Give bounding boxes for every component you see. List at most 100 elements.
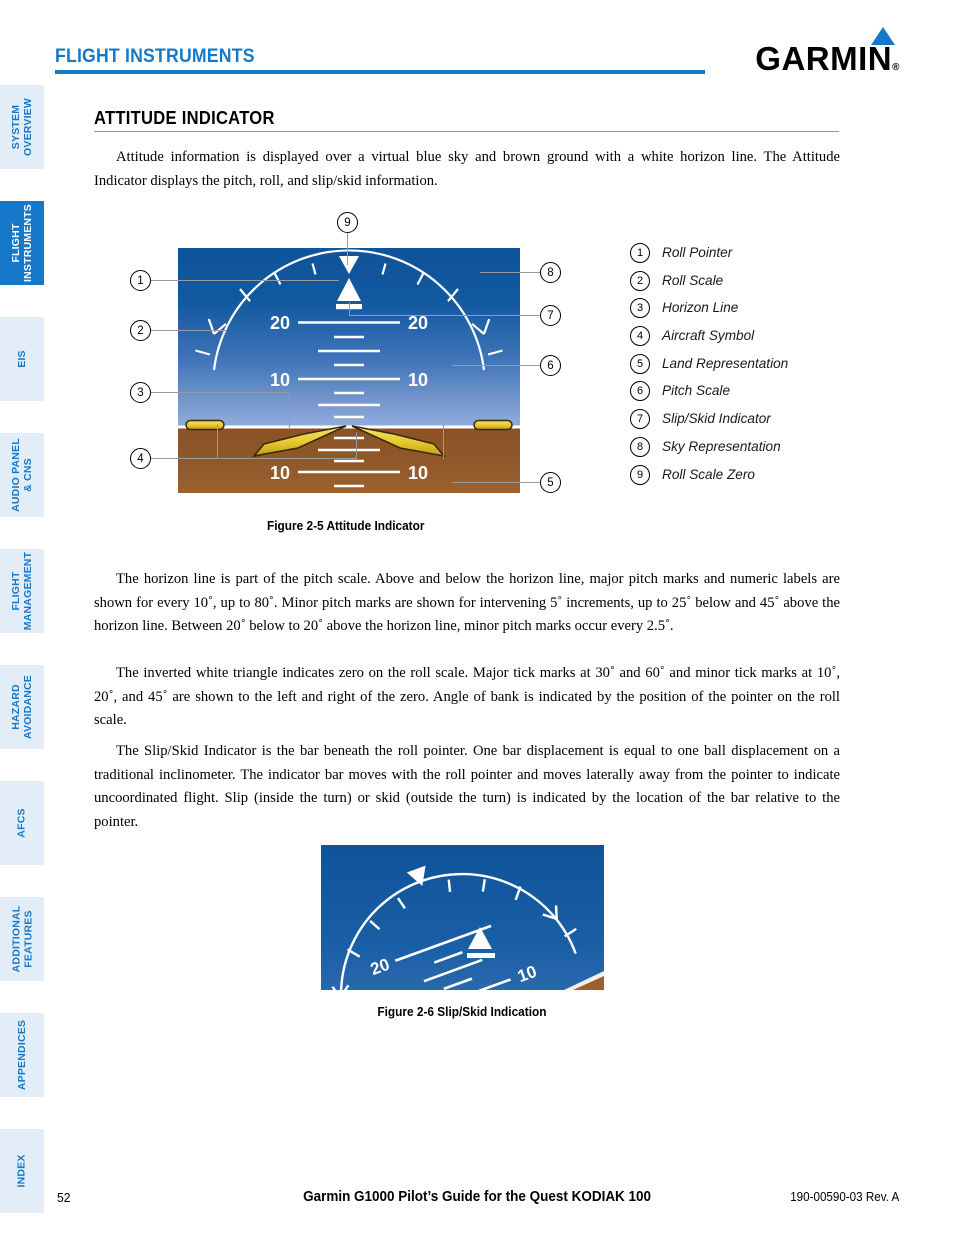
sidebar-item-label: EIS (16, 350, 28, 368)
leader-line-4a (151, 458, 357, 460)
sidebar-item-appendices[interactable]: APPENDICES (0, 1013, 44, 1097)
figure-2-5-attitude-indicator: 20 20 10 10 10 10 (178, 248, 520, 493)
callout-4: 4 (130, 448, 151, 469)
garmin-logo: GARMIN® (755, 42, 900, 85)
legend-number: 9 (630, 464, 650, 485)
sidebar-item-label: HAZARD (10, 684, 22, 730)
legend-label: Horizon Line (662, 300, 739, 316)
legend-item: 9 Roll Scale Zero (630, 464, 910, 492)
sidebar-item-flight-management[interactable]: FLIGHT MANAGEMENT (0, 549, 44, 633)
section-heading: ATTITUDE INDICATOR (94, 108, 275, 128)
figure-2-6-slip-skid: 20 10 10 (321, 845, 604, 990)
callout-6: 6 (540, 355, 561, 376)
paragraph-intro: Attitude information is displayed over a… (94, 149, 840, 189)
legend-number: 1 (630, 243, 650, 263)
callout-3: 3 (130, 382, 151, 403)
legend-item: 8 Sky Representation (630, 436, 910, 464)
legend-number: 2 (630, 270, 650, 291)
legend-number: 4 (630, 326, 650, 347)
sidebar-item-eis[interactable]: EIS (0, 317, 44, 401)
section-divider (94, 131, 839, 132)
sidebar-item-hazard-avoidance[interactable]: HAZARD AVOIDANCE (0, 665, 44, 749)
callout-5: 5 (540, 472, 561, 493)
leader-line-3a (151, 392, 290, 394)
page-header-title: FLIGHT INSTRUMENTS (55, 46, 255, 67)
legend-label: Roll Pointer (662, 245, 733, 260)
slip-skid-graphic: 20 10 10 (321, 845, 604, 990)
callout-2: 2 (130, 320, 151, 341)
leader-line-4c (356, 432, 358, 459)
header-divider (55, 70, 705, 74)
sidebar-item-label: AFCS (15, 808, 28, 838)
sidebar-item-label: INDEX (16, 1154, 28, 1188)
sidebar-item-label: & CNS (22, 458, 35, 492)
sidebar-item-label: MANAGEMENT (22, 551, 35, 631)
sidebar-item-label: INSTRUMENTS (22, 203, 35, 283)
footer-title-text: Garmin G1000 Pilot’s Guide for the Quest… (303, 1189, 651, 1205)
legend-item: 1 Roll Pointer (630, 242, 910, 270)
legend-item: 4 Aircraft Symbol (630, 325, 910, 353)
leader-line-1 (151, 280, 339, 282)
callout-1: 1 (130, 270, 151, 291)
figure-2-5-legend: 1 Roll Pointer 2 Roll Scale 3 Horizon Li… (630, 242, 910, 491)
paragraph-slip-skid: The Slip/Skid Indicator is the bar benea… (94, 743, 840, 830)
legend-label: Pitch Scale (662, 383, 731, 399)
legend-label: Aircraft Symbol (662, 328, 755, 344)
pitch-label-10-down-left: 10 (270, 463, 290, 483)
legend-label: Land Representation (662, 355, 789, 371)
legend-item: 5 Land Representation (630, 353, 910, 381)
garmin-wordmark: GARMIN (755, 40, 893, 77)
leader-line-7a (349, 315, 540, 317)
leader-line-4d (443, 424, 445, 459)
sidebar-item-audio-panel-cns[interactable]: AUDIO PANEL & CNS (0, 433, 44, 517)
leader-line-2 (151, 330, 227, 332)
sidebar-item-flight-instruments[interactable]: FLIGHT INSTRUMENTS (0, 201, 44, 285)
callout-7: 7 (540, 305, 561, 326)
legend-number: 8 (630, 436, 650, 457)
leader-line-7b (349, 302, 351, 316)
sidebar-item-label: AVOIDANCE (22, 674, 34, 740)
leader-line-5 (452, 482, 540, 484)
paragraph-pitch-scale: The horizon line is part of the pitch sc… (94, 571, 840, 634)
sidebar-item-label: FLIGHT (10, 571, 23, 611)
leader-line-8 (480, 272, 540, 274)
legend-item: 7 Slip/Skid Indicator (630, 408, 910, 436)
sidebar-item-label: APPENDICES (16, 1019, 29, 1091)
legend-label: Roll Scale (662, 272, 724, 288)
pitch-label-10-down-right: 10 (408, 463, 428, 483)
legend-item: 3 Horizon Line (630, 297, 910, 325)
sidebar-item-label: FLIGHT (10, 223, 23, 263)
legend-number: 3 (630, 298, 650, 319)
legend-label: Slip/Skid Indicator (662, 411, 771, 427)
sidebar-item-label: FEATURES (22, 910, 34, 968)
leader-line-4b (217, 424, 219, 459)
figure-2-6-caption: Figure 2-6 Slip/Skid Indication (377, 1005, 547, 1019)
slip-skid-indicator (467, 953, 495, 958)
sidebar-item-additional-features[interactable]: ADDITIONAL FEATURES (0, 897, 44, 981)
pitch-label-20-left: 20 (270, 313, 290, 333)
legend-label: Sky Representation (662, 438, 781, 454)
leader-line-3b (289, 392, 291, 428)
registered-mark: ® (892, 62, 900, 73)
sidebar-item-label: AUDIO PANEL (10, 438, 23, 512)
sidebar-item-label: SYSTEM (10, 104, 23, 150)
callout-8: 8 (540, 262, 561, 283)
legend-label: Roll Scale Zero (662, 466, 755, 482)
legend-item: 6 Pitch Scale (630, 380, 910, 408)
legend-number: 7 (630, 409, 650, 430)
attitude-indicator-graphic: 20 20 10 10 10 10 (178, 248, 520, 493)
horizon-line (178, 425, 520, 429)
legend-item: 2 Roll Scale (630, 270, 910, 298)
sidebar-item-system-overview[interactable]: SYSTEM OVERVIEW (0, 85, 44, 169)
sidebar-item-afcs[interactable]: AFCS (0, 781, 44, 865)
leader-line-9 (347, 233, 349, 265)
legend-number: 6 (630, 381, 650, 402)
pitch-label-10-left: 10 (270, 370, 290, 390)
leader-line-6 (452, 365, 540, 367)
legend-number: 5 (630, 353, 650, 374)
figure-2-5-caption: Figure 2-5 Attitude Indicator (267, 519, 425, 533)
sidebar-item-label: OVERVIEW (22, 97, 35, 157)
paragraph-roll-scale: The inverted white triangle indicates ze… (94, 665, 840, 728)
callout-9: 9 (337, 212, 358, 233)
pitch-label-10-right: 10 (408, 370, 428, 390)
